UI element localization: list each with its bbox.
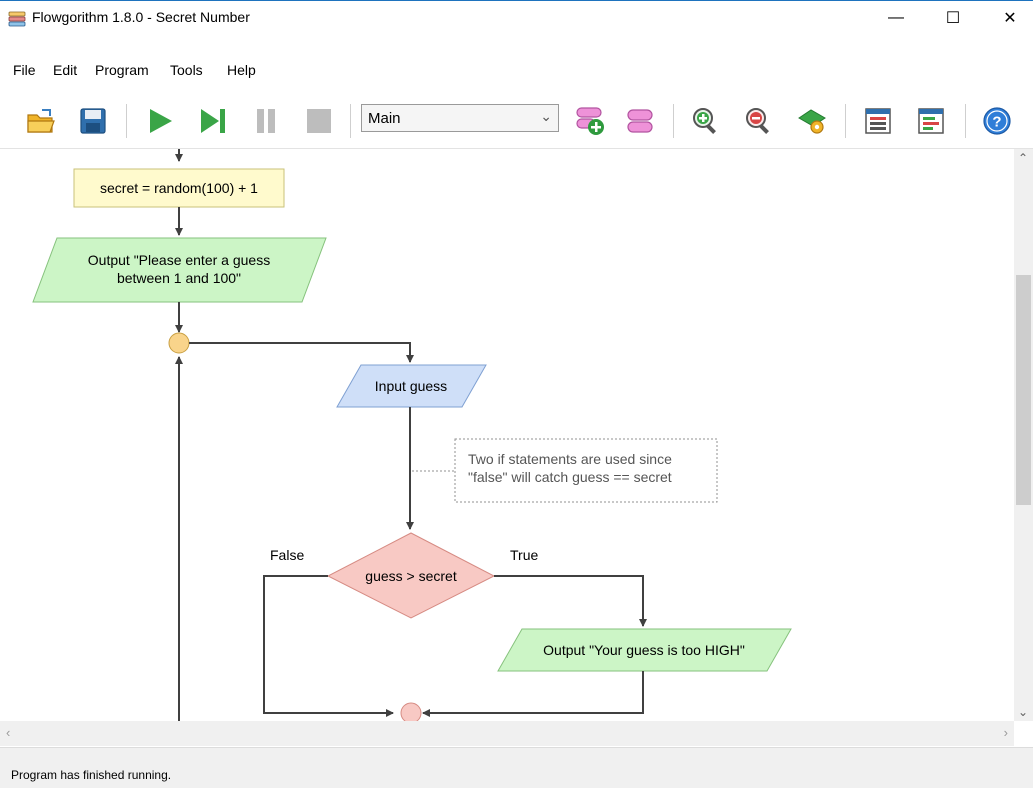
zoom-in-button[interactable] bbox=[686, 94, 726, 148]
status-bar: Program has finished running. bbox=[0, 747, 1033, 788]
function-select-value: Main bbox=[368, 110, 401, 127]
save-icon bbox=[80, 108, 106, 134]
pause-icon bbox=[257, 109, 275, 133]
zoom-out-icon bbox=[746, 108, 769, 134]
variable-watch-button[interactable] bbox=[911, 94, 951, 148]
scroll-down-icon[interactable]: ⌄ bbox=[1018, 705, 1028, 719]
stop-button[interactable] bbox=[299, 94, 339, 148]
toolbar-separator bbox=[965, 104, 966, 138]
minimize-icon: — bbox=[888, 9, 904, 26]
run-icon bbox=[150, 109, 172, 133]
horizontal-scrollbar[interactable]: ‹ › bbox=[0, 721, 1014, 746]
chevron-down-icon: ⌄ bbox=[540, 108, 552, 124]
app-window: Flowgorithm 1.8.0 - Secret Number — ☐ ✕ … bbox=[0, 0, 1033, 788]
vertical-scrollbar[interactable]: ⌃ ⌄ bbox=[1014, 149, 1033, 721]
menu-help[interactable]: Help bbox=[227, 62, 256, 78]
maximize-button[interactable]: ☐ bbox=[930, 1, 976, 35]
toolbar: Main ⌄ ? bbox=[0, 94, 1033, 149]
layout-settings-button[interactable] bbox=[792, 94, 832, 148]
help-button[interactable]: ? bbox=[977, 94, 1017, 148]
manage-functions-button[interactable] bbox=[620, 94, 660, 148]
loop-connector bbox=[168, 332, 190, 354]
run-button[interactable] bbox=[140, 94, 180, 148]
menu-bar: File Edit Program Tools Help bbox=[0, 58, 1033, 84]
console-window-icon bbox=[865, 108, 891, 134]
close-button[interactable]: ✕ bbox=[987, 1, 1033, 35]
zoom-out-button[interactable] bbox=[739, 94, 779, 148]
save-button[interactable] bbox=[73, 94, 113, 148]
vertical-scroll-thumb[interactable] bbox=[1016, 275, 1031, 505]
add-function-button[interactable] bbox=[570, 94, 610, 148]
toolbar-separator bbox=[126, 104, 127, 138]
flowgorithm-app-icon bbox=[8, 11, 26, 27]
zoom-in-icon bbox=[693, 108, 716, 134]
menu-program[interactable]: Program bbox=[95, 62, 149, 78]
maximize-icon: ☐ bbox=[945, 10, 961, 27]
scroll-up-icon[interactable]: ⌃ bbox=[1018, 151, 1028, 165]
title-bar: Flowgorithm 1.8.0 - Secret Number — ☐ ✕ bbox=[0, 1, 1033, 37]
scroll-left-icon[interactable]: ‹ bbox=[6, 725, 10, 740]
flow-arrow bbox=[189, 342, 414, 363]
pause-button[interactable] bbox=[246, 94, 286, 148]
toolbar-separator bbox=[350, 104, 351, 138]
console-window-button[interactable] bbox=[858, 94, 898, 148]
step-button[interactable] bbox=[193, 94, 233, 148]
true-branch-line bbox=[494, 575, 647, 627]
close-icon: ✕ bbox=[1003, 10, 1017, 27]
decision-text: guess > secret bbox=[365, 568, 457, 584]
comment-line2: "false" will catch guess == secret bbox=[468, 469, 672, 485]
menu-tools[interactable]: Tools bbox=[170, 62, 203, 78]
menu-edit[interactable]: Edit bbox=[53, 62, 77, 78]
step-icon bbox=[201, 109, 225, 133]
window-title: Flowgorithm 1.8.0 - Secret Number bbox=[32, 9, 250, 25]
help-icon: ? bbox=[983, 107, 1011, 135]
scroll-right-icon[interactable]: › bbox=[1004, 725, 1008, 740]
output-too-high-text: Output "Your guess is too HIGH" bbox=[543, 642, 745, 658]
variable-watch-icon bbox=[918, 108, 944, 134]
menu-file[interactable]: File bbox=[13, 62, 36, 78]
open-button[interactable] bbox=[21, 94, 61, 148]
output-prompt-line2: between 1 and 100" bbox=[117, 270, 241, 286]
assign-text: secret = random(100) + 1 bbox=[100, 180, 258, 196]
add-function-icon bbox=[576, 107, 604, 135]
function-select[interactable]: Main ⌄ bbox=[361, 104, 559, 132]
flowchart-diagram: secret = random(100) + 1 Output "Please … bbox=[32, 149, 792, 721]
merge-connector bbox=[400, 702, 422, 721]
minimize-button[interactable]: — bbox=[873, 1, 919, 35]
status-text: Program has finished running. bbox=[11, 768, 172, 782]
toolbar-separator bbox=[673, 104, 674, 138]
input-text: Input guess bbox=[375, 378, 447, 394]
svg-text:?: ? bbox=[992, 114, 1001, 131]
toolbar-separator bbox=[845, 104, 846, 138]
flow-arrow bbox=[422, 671, 644, 717]
false-branch-label: False bbox=[270, 547, 304, 563]
stop-icon bbox=[307, 109, 331, 133]
true-branch-label: True bbox=[510, 547, 538, 563]
output-prompt-line1: Output "Please enter a guess bbox=[88, 252, 270, 268]
flowchart-canvas[interactable]: secret = random(100) + 1 Output "Please … bbox=[0, 149, 1014, 721]
layout-settings-icon bbox=[798, 109, 826, 134]
open-folder-icon bbox=[27, 109, 55, 133]
manage-functions-icon bbox=[627, 109, 653, 133]
comment-line1: Two if statements are used since bbox=[468, 451, 672, 467]
